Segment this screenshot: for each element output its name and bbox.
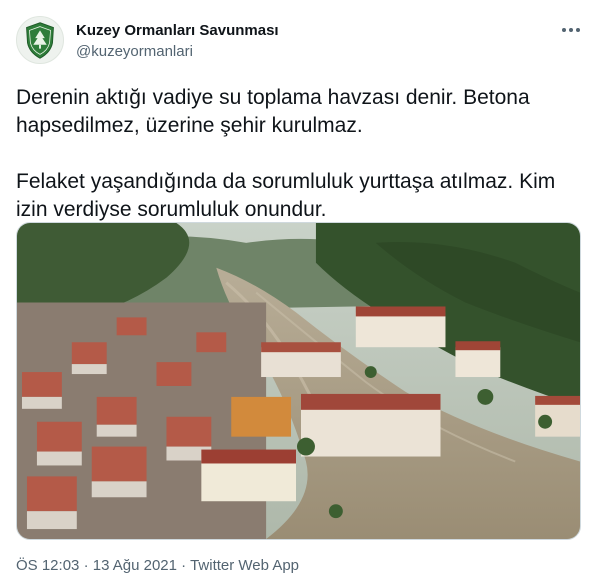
tweet-meta: ÖS 12:03 · 13 Ağu 2021 · Twitter Web App xyxy=(16,557,299,574)
tweet-card: Kuzey Ormanları Savunması @kuzeyormanlar… xyxy=(0,0,597,583)
forest-defense-logo-icon xyxy=(26,22,54,59)
tweet-date[interactable]: 13 Ağu 2021 xyxy=(93,557,177,574)
author-handle[interactable]: @kuzeyormanlari xyxy=(76,43,193,60)
tweet-paragraph: Derenin aktığı vadiye su toplama havzası… xyxy=(16,86,530,137)
tweet-source: Twitter Web App xyxy=(190,557,300,574)
avatar[interactable] xyxy=(16,16,64,64)
tweet-photo[interactable] xyxy=(16,222,581,540)
author-name[interactable]: Kuzey Ormanları Savunması xyxy=(76,22,279,39)
tweet-time[interactable]: ÖS 12:03 xyxy=(16,557,79,574)
tweet-paragraph: Felaket yaşandığında da sorumluluk yurtt… xyxy=(16,170,556,221)
flood-photo-image xyxy=(17,223,580,539)
meta-separator: · xyxy=(181,557,187,574)
more-options-icon[interactable] xyxy=(559,18,583,42)
meta-separator: · xyxy=(83,557,89,574)
more-dots-icon xyxy=(562,28,580,32)
tweet-text: Derenin aktığı vadiye su toplama havzası… xyxy=(16,84,581,224)
